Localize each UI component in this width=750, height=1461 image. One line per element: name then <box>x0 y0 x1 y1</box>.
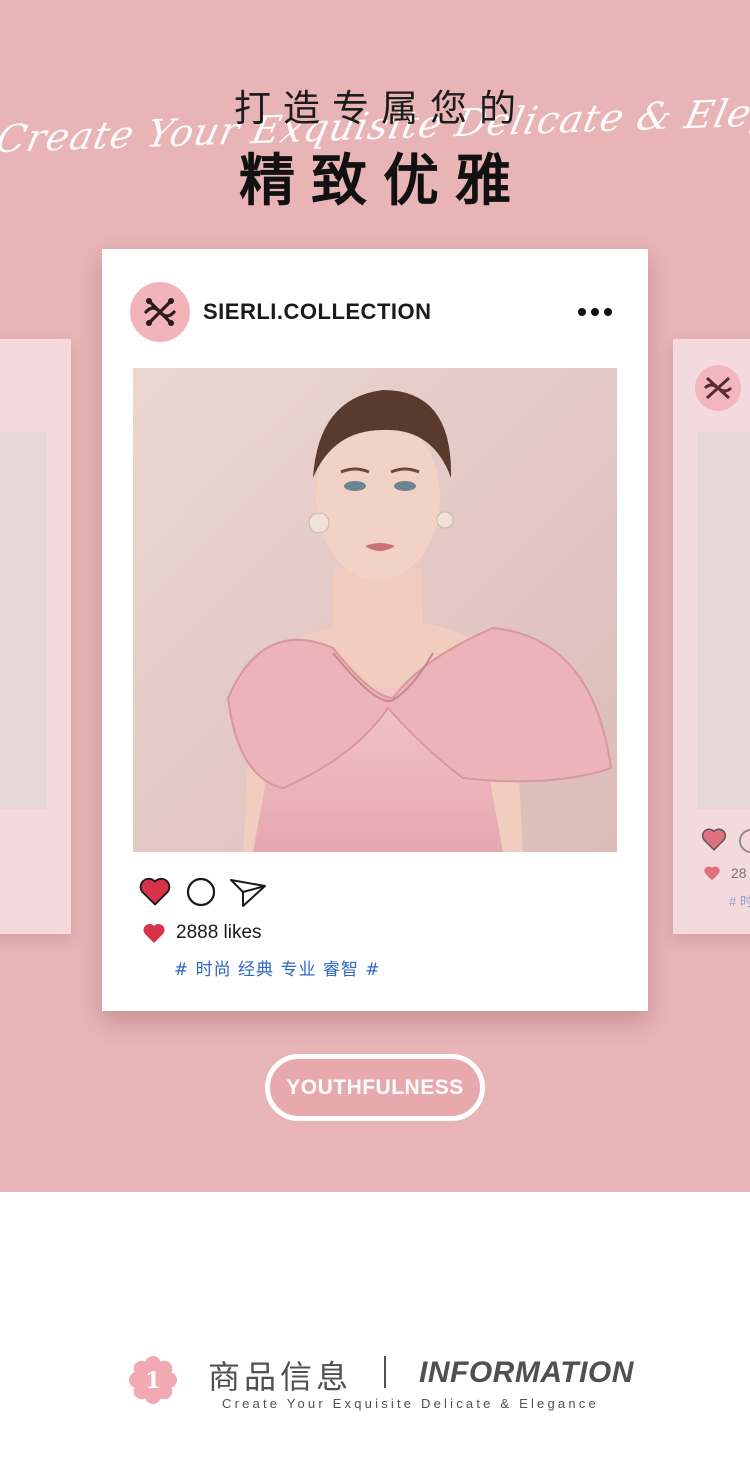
heart-icon[interactable] <box>138 875 172 907</box>
send-icon[interactable] <box>229 876 267 908</box>
comment-icon[interactable] <box>185 876 217 908</box>
side-card-left <box>0 339 71 934</box>
hero-title-line2: 精致优雅 <box>239 149 527 214</box>
section-number: 1 <box>145 1368 160 1394</box>
section-title-en: INFORMATION <box>419 1356 634 1389</box>
side-comment-icon <box>739 829 750 853</box>
likes-heart-icon <box>143 923 165 943</box>
account-name[interactable]: SIERLI.COLLECTION <box>203 299 432 325</box>
post-photo[interactable] <box>133 368 617 852</box>
section-title-cn: 商品信息 <box>208 1358 353 1396</box>
section-number-flower-icon: 1 <box>129 1356 177 1404</box>
more-dots-icon[interactable] <box>576 305 616 319</box>
side-card-right: 28 # 时 <box>673 339 750 934</box>
side-likes-text: 28 <box>731 865 747 881</box>
post-card: SIERLI.COLLECTION 2888 likes # 时尚 经典 专业 … <box>102 249 648 1011</box>
side-hashtag-text: # 时 <box>729 894 750 909</box>
section-subtitle: Create Your Exquisite Delicate & Eleganc… <box>222 1396 599 1411</box>
side-card-avatar <box>695 365 741 411</box>
side-card-right-photo <box>697 432 750 809</box>
hero-title-line1: 打造专属您的 <box>234 87 528 130</box>
hero-banner: Create Your Exquisite Delicate & Eleganc… <box>0 0 750 1192</box>
side-card-left-photo <box>0 432 47 809</box>
side-heart-icon <box>701 828 727 851</box>
youthfulness-button[interactable]: YOUTHFULNESS <box>265 1054 485 1121</box>
side-like-heart-icon <box>704 866 720 881</box>
brand-logo-icon <box>144 298 176 326</box>
post-hashtags[interactable]: # 时尚 经典 专业 睿智 # <box>174 955 381 980</box>
likes-count: 2888 likes <box>176 922 262 943</box>
model-illustration <box>133 368 617 852</box>
brand-avatar[interactable] <box>130 282 190 342</box>
section-divider <box>384 1356 386 1388</box>
